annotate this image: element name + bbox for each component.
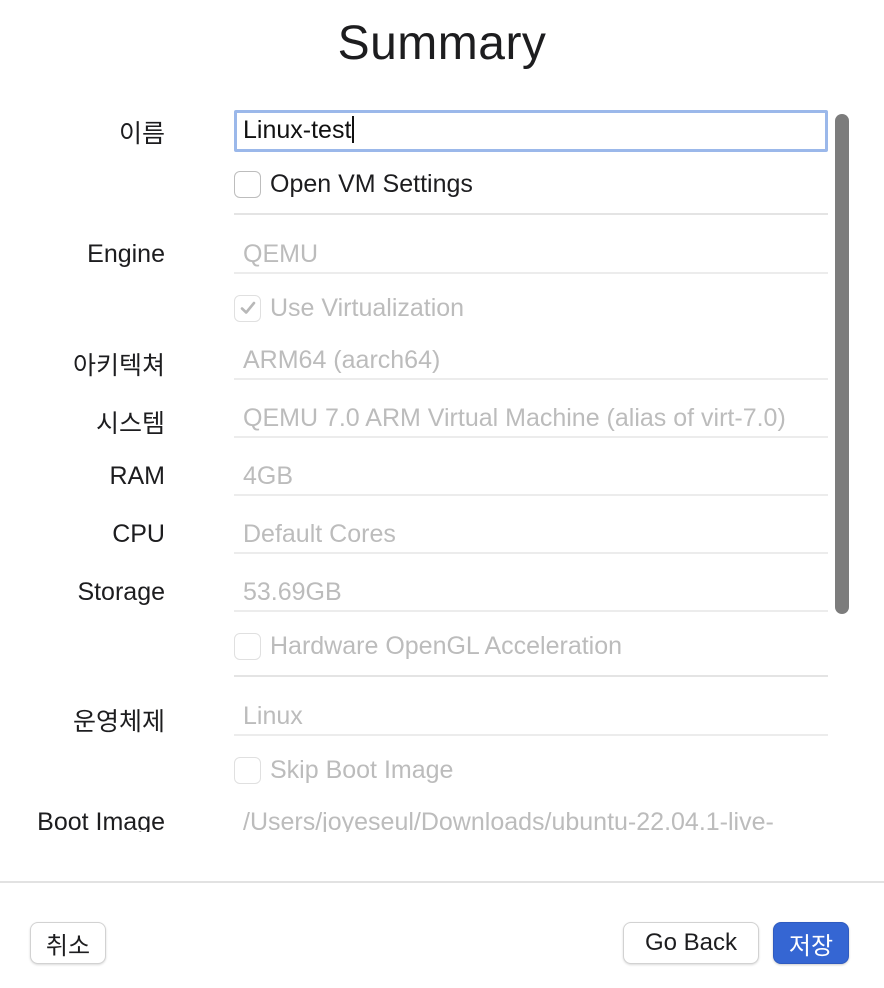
cancel-button[interactable]: 취소 xyxy=(30,922,106,964)
open-vm-settings-checkbox[interactable]: Open VM Settings xyxy=(234,169,473,199)
architecture-field: ARM64 (aarch64) xyxy=(234,340,828,380)
footer-divider xyxy=(0,881,884,883)
engine-field: QEMU xyxy=(234,234,828,274)
section-divider xyxy=(234,675,828,677)
storage-label: Storage xyxy=(77,578,165,606)
go-back-button[interactable]: Go Back xyxy=(623,922,759,964)
checkbox-box xyxy=(234,756,261,784)
checkbox-box[interactable] xyxy=(234,170,261,198)
page-title: Summary xyxy=(337,17,547,70)
section-divider xyxy=(234,213,828,215)
scrollbar[interactable] xyxy=(832,108,854,832)
engine-label: Engine xyxy=(87,240,165,268)
save-button[interactable]: 저장 xyxy=(773,922,849,964)
storage-field: 53.69GB xyxy=(234,572,828,612)
cpu-label: CPU xyxy=(112,520,165,548)
skip-boot-image-label: Skip Boot Image xyxy=(270,755,454,784)
summary-dialog: Summary 이름 Linux-test Open VM Settings E… xyxy=(0,0,884,988)
boot-image-field: /Users/joyeseul/Downloads/ubuntu-22.04.1… xyxy=(234,802,828,832)
summary-form: 이름 Linux-test Open VM Settings Engine QE… xyxy=(0,100,832,832)
checkbox-box xyxy=(234,632,261,660)
use-virtualization-checkbox: Use Virtualization xyxy=(234,293,464,323)
name-label: 이름 xyxy=(118,120,165,148)
os-field: Linux xyxy=(234,696,828,736)
system-field: QEMU 7.0 ARM Virtual Machine (alias of v… xyxy=(234,398,828,438)
ram-label: RAM xyxy=(109,462,165,490)
use-virtualization-label: Use Virtualization xyxy=(270,293,465,322)
name-input-value: Linux-test xyxy=(243,116,352,144)
name-input[interactable]: Linux-test xyxy=(234,110,828,152)
cpu-field: Default Cores xyxy=(234,514,828,554)
checkmark-icon xyxy=(240,301,255,314)
text-caret xyxy=(352,116,354,143)
architecture-label: 아키텍쳐 xyxy=(72,352,165,380)
scrollbar-thumb[interactable] xyxy=(835,114,849,614)
hw-opengl-checkbox: Hardware OpenGL Acceleration xyxy=(234,631,622,661)
skip-boot-image-checkbox: Skip Boot Image xyxy=(234,755,453,785)
ram-field: 4GB xyxy=(234,456,828,496)
hw-opengl-label: Hardware OpenGL Acceleration xyxy=(270,631,623,660)
open-vm-settings-label: Open VM Settings xyxy=(270,169,473,198)
boot-image-label: Boot Image xyxy=(37,808,165,832)
system-label: 시스템 xyxy=(95,410,165,438)
checkbox-box xyxy=(234,294,261,322)
os-label: 운영체제 xyxy=(72,708,165,736)
